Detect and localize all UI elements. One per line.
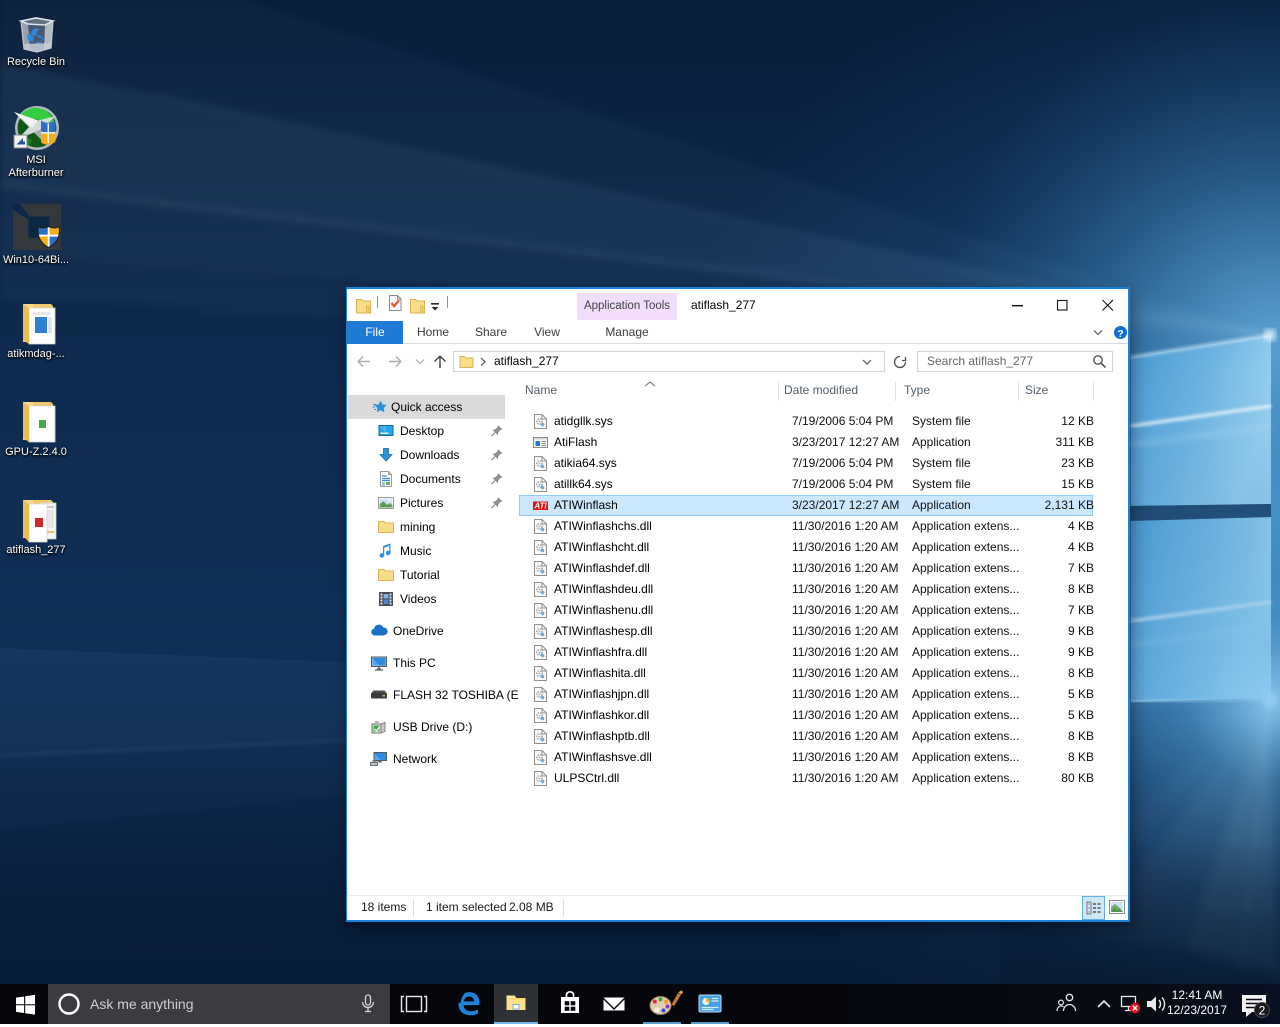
- svg-text:?: ?: [1117, 328, 1123, 340]
- svg-text:ATI: ATI: [533, 502, 547, 511]
- svg-text:2: 2: [1259, 1004, 1266, 1018]
